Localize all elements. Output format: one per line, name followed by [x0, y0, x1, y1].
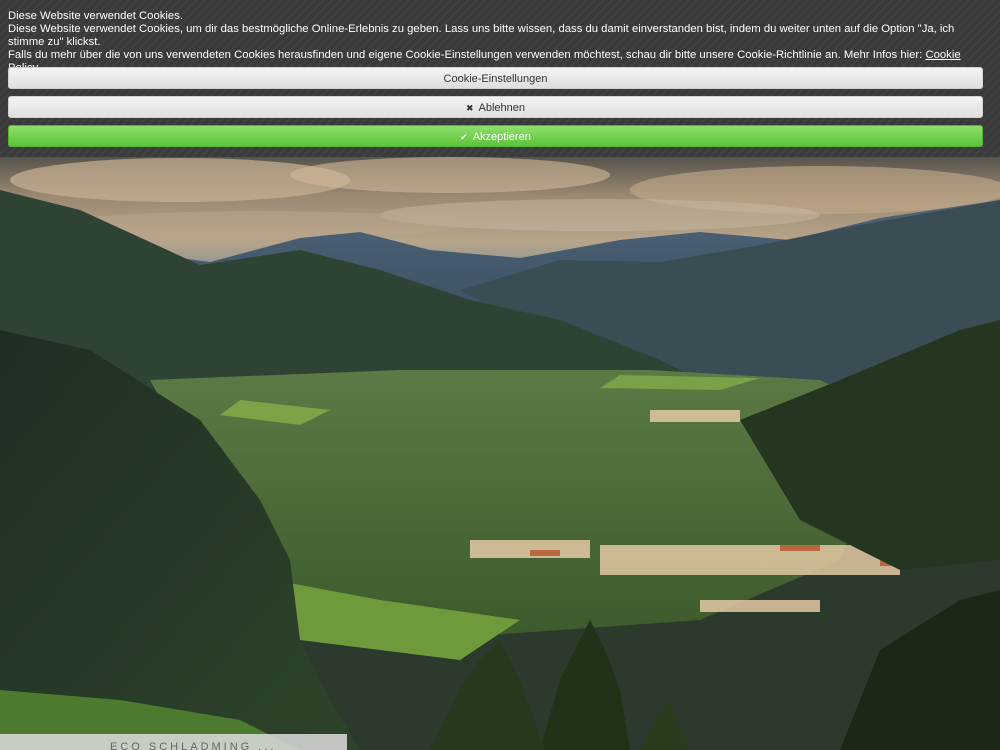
cookie-text-line2: Falls du mehr über die von uns verwendet…: [8, 49, 923, 61]
accept-label: Akzeptieren: [472, 131, 531, 143]
close-icon: ✖: [465, 103, 474, 113]
decline-button[interactable]: ✖ Ablehnen: [8, 96, 983, 118]
footer-logo-strip: ECO SCHLADMING ...: [0, 734, 347, 750]
footer-text: ECO SCHLADMING ...: [110, 741, 277, 750]
cookie-banner: Diese Website verwendet Cookies. Diese W…: [0, 0, 1000, 157]
cookie-settings-button[interactable]: Cookie-Einstellungen: [8, 67, 983, 89]
accept-button[interactable]: ✔ Akzeptieren: [8, 125, 983, 147]
decline-label: Ablehnen: [478, 102, 526, 114]
check-icon: ✔: [460, 132, 468, 142]
cookie-text-line1: Diese Website verwendet Cookies, um dir …: [8, 23, 955, 48]
cookie-settings-label: Cookie-Einstellungen: [443, 73, 548, 85]
cookie-title: Diese Website verwendet Cookies.: [8, 10, 183, 22]
